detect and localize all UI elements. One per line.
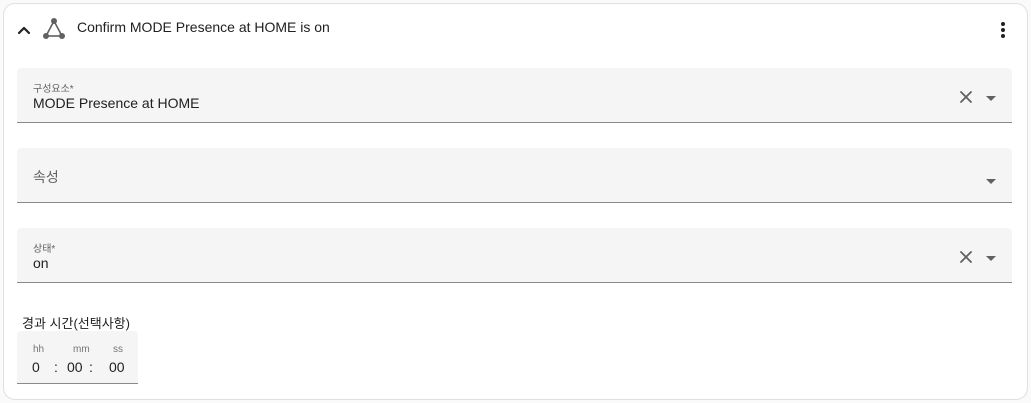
time-separator: : bbox=[89, 359, 93, 375]
more-vertical-icon[interactable] bbox=[991, 18, 1015, 42]
dropdown-arrow-icon[interactable] bbox=[984, 174, 998, 184]
attribute-placeholder: 속성 bbox=[33, 169, 59, 185]
time-separator: : bbox=[54, 359, 58, 375]
state-select[interactable]: 상태* on bbox=[17, 228, 1012, 283]
state-value: on bbox=[33, 255, 49, 271]
duration-label: 경과 시간(선택사항) bbox=[22, 316, 130, 331]
condition-card: Confirm MODE Presence at HOME is on 구성요소… bbox=[3, 3, 1028, 400]
clear-icon[interactable] bbox=[958, 89, 974, 105]
duration-input[interactable]: hh mm ss 0 : 00 : 00 bbox=[17, 331, 138, 384]
entity-label: 구성요소* bbox=[33, 84, 74, 95]
attribute-select[interactable]: 속성 bbox=[17, 148, 1012, 203]
card-title: Confirm MODE Presence at HOME is on bbox=[77, 19, 330, 35]
entity-value: MODE Presence at HOME bbox=[33, 95, 200, 111]
hours-unit-label: hh bbox=[33, 344, 45, 355]
dropdown-arrow-icon[interactable] bbox=[984, 91, 998, 101]
seconds-input[interactable]: 00 bbox=[109, 359, 125, 375]
chevron-up-icon[interactable] bbox=[14, 20, 34, 40]
clear-icon[interactable] bbox=[958, 249, 974, 265]
minutes-input[interactable]: 00 bbox=[67, 359, 83, 375]
dropdown-arrow-icon[interactable] bbox=[984, 251, 998, 261]
state-label: 상태* bbox=[33, 244, 56, 255]
hours-input[interactable]: 0 bbox=[32, 359, 40, 375]
minutes-unit-label: mm bbox=[73, 344, 90, 355]
entity-select[interactable]: 구성요소* MODE Presence at HOME bbox=[17, 68, 1012, 123]
seconds-unit-label: ss bbox=[113, 344, 123, 355]
state-condition-icon bbox=[41, 16, 67, 42]
card-header[interactable]: Confirm MODE Presence at HOME is on bbox=[4, 4, 1027, 52]
